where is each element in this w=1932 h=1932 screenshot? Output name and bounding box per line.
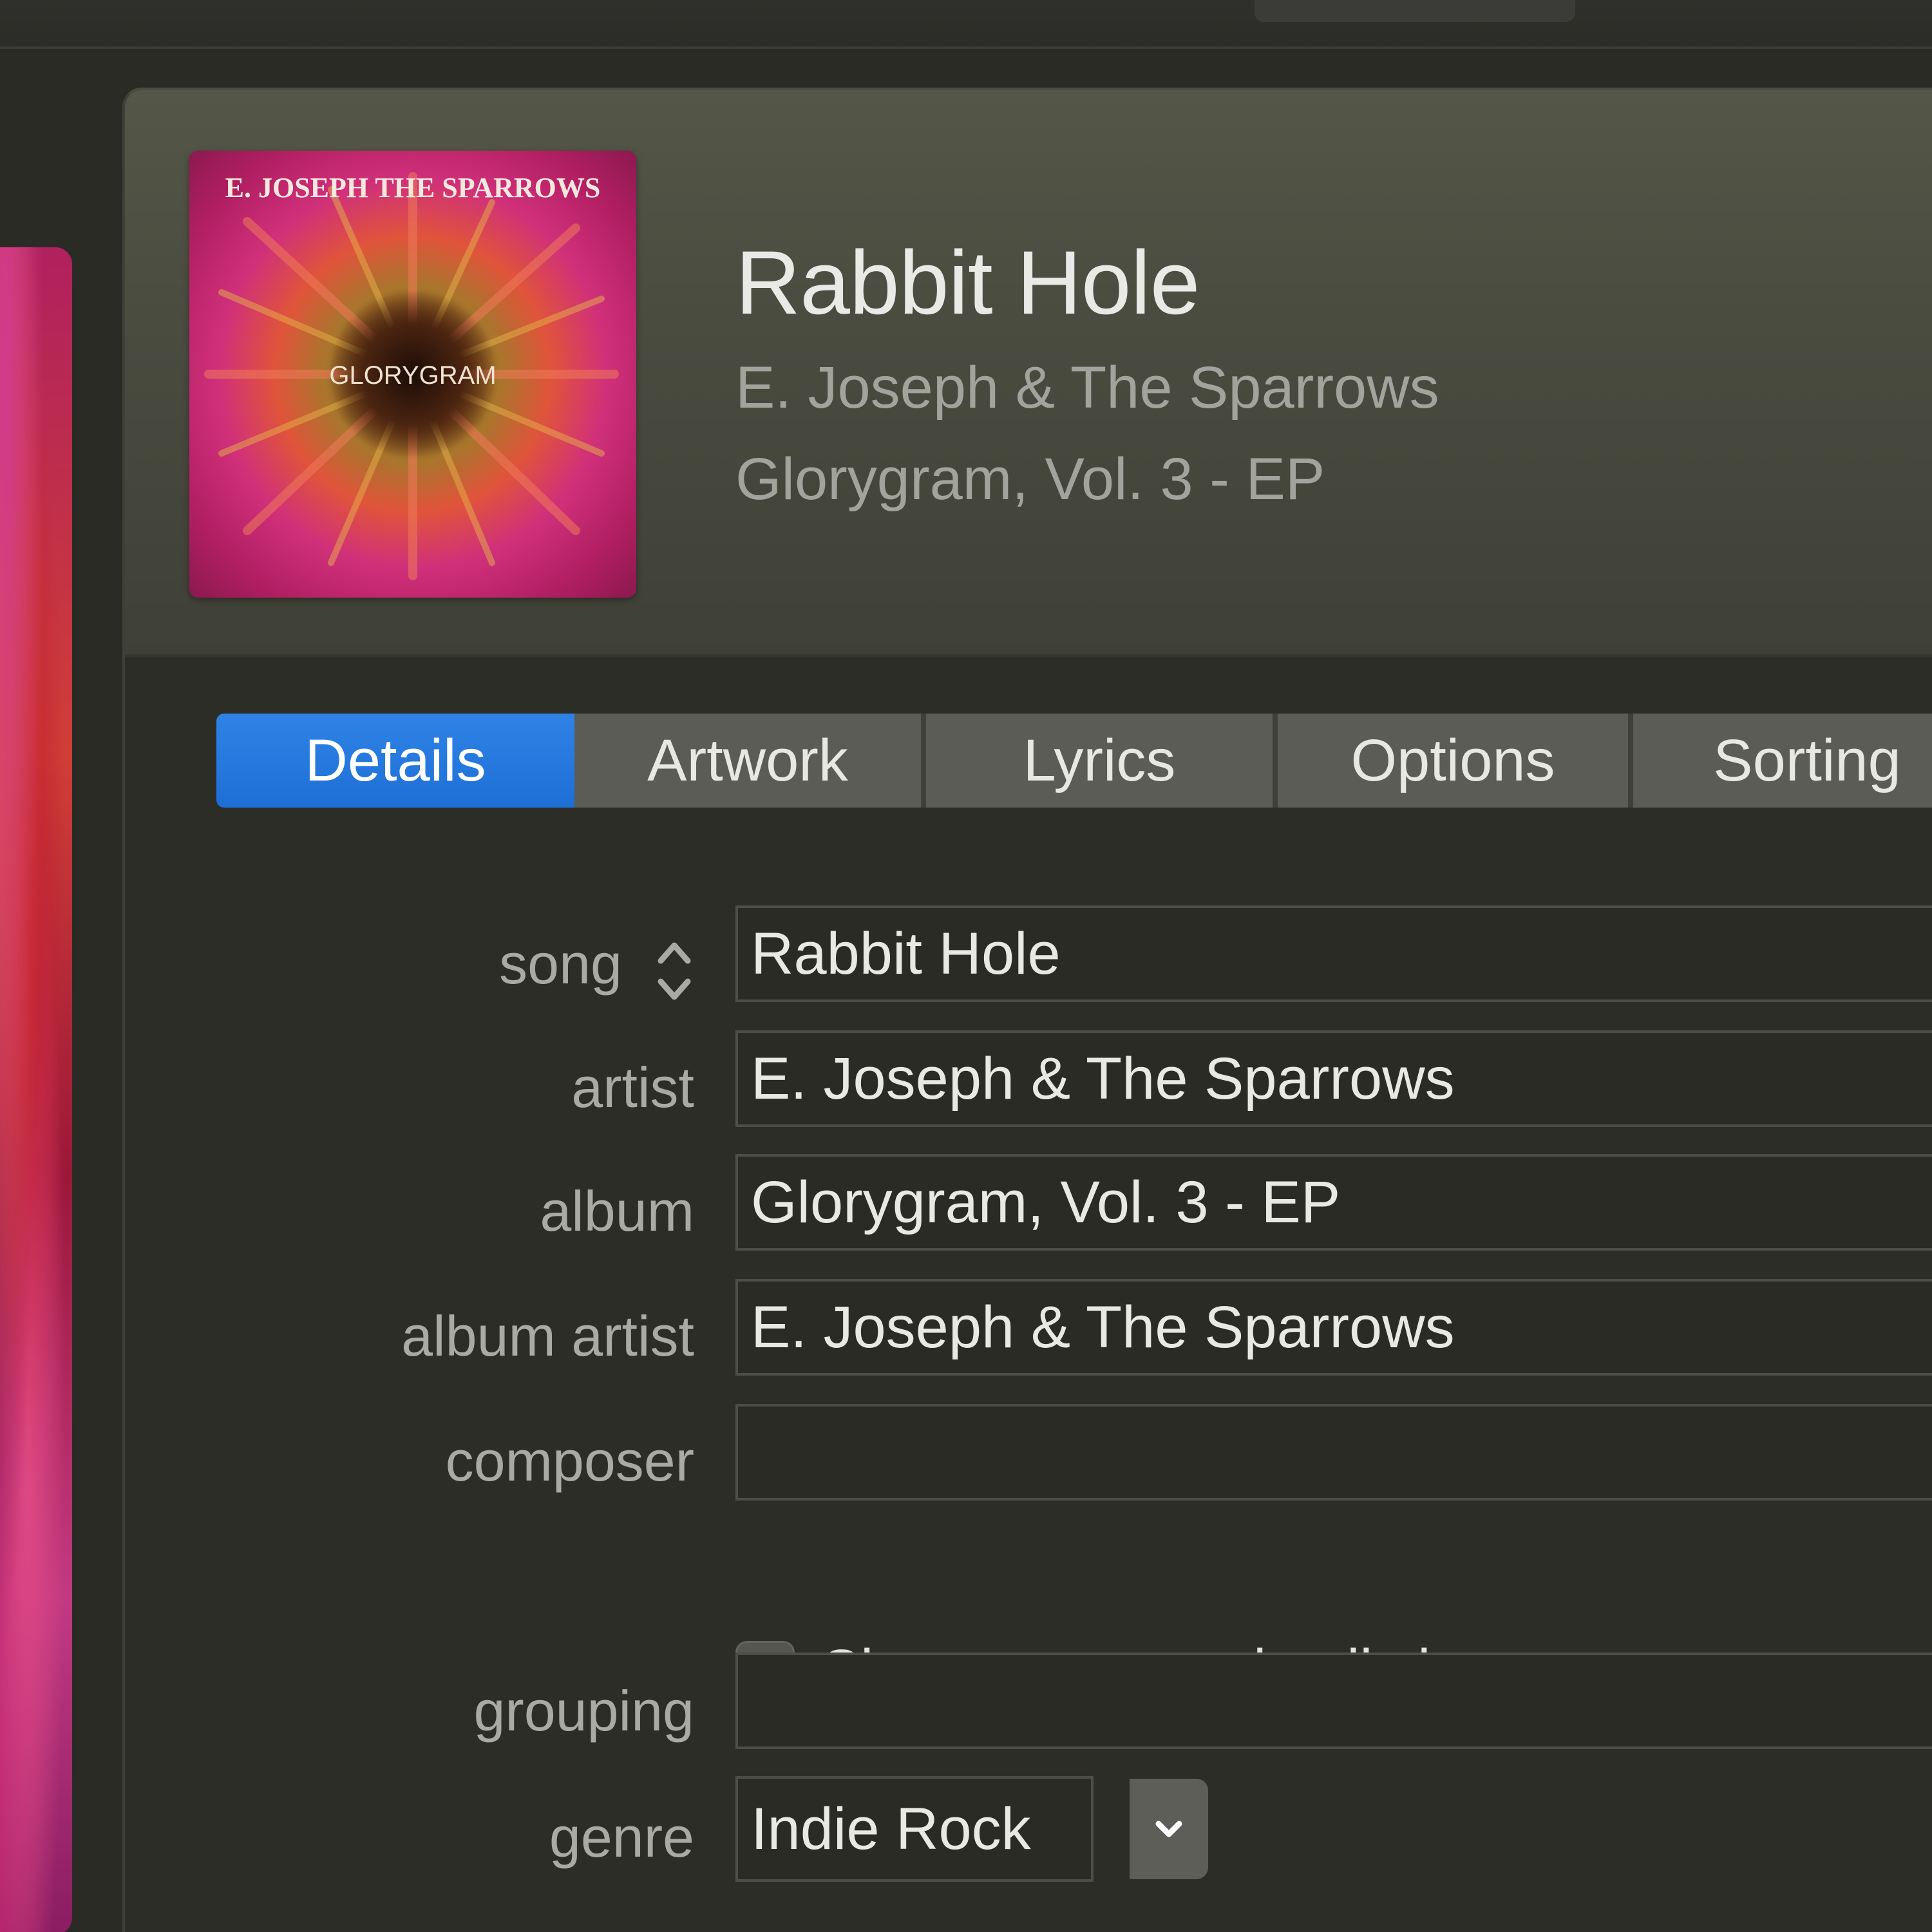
album-artist-label: album artist (401, 1304, 694, 1368)
header-song-title: Rabbit Hole (735, 232, 1200, 333)
album-artist-field[interactable]: E. Joseph & The Sparrows (735, 1279, 1932, 1376)
album-band-text: E. JOSEPH THE SPARROWS (225, 172, 601, 204)
song-info-panel: E. JOSEPH THE SPARROWS GLORYGRAM Rabbit … (122, 88, 1932, 1932)
genre-dropdown-button[interactable] (1130, 1779, 1208, 1879)
stage: E. JOSEPH THE SPARROWS GLORYGRAM Rabbit … (0, 0, 1932, 1932)
tab-artwork[interactable]: Artwork (574, 714, 926, 808)
toolbar-control[interactable] (1255, 0, 1575, 22)
song-label: song (499, 932, 622, 996)
album-artwork: E. JOSEPH THE SPARROWS GLORYGRAM (189, 151, 636, 598)
tab-details[interactable]: Details (216, 714, 574, 808)
header-album: Glorygram, Vol. 3 - EP (735, 446, 1325, 512)
genre-label: genre (549, 1805, 694, 1869)
artist-field[interactable]: E. Joseph & The Sparrows (735, 1030, 1932, 1127)
up-down-stepper-icon[interactable] (653, 921, 696, 1021)
song-field[interactable]: Rabbit Hole (735, 905, 1932, 1002)
grouping-field[interactable] (735, 1653, 1932, 1749)
tab-options[interactable]: Options (1278, 714, 1633, 808)
album-label: album (540, 1179, 694, 1243)
tab-lyrics[interactable]: Lyrics (926, 714, 1278, 808)
artist-label: artist (571, 1056, 694, 1119)
grouping-label: grouping (473, 1679, 694, 1743)
toolbar (0, 0, 1932, 49)
composer-label: composer (445, 1429, 694, 1493)
info-header: E. JOSEPH THE SPARROWS GLORYGRAM Rabbit … (125, 90, 1932, 657)
composer-field[interactable] (735, 1404, 1932, 1501)
header-artist: E. Joseph & The Sparrows (735, 355, 1439, 421)
info-tabs: Details Artwork Lyrics Options Sorting (216, 714, 1932, 808)
genre-field[interactable]: Indie Rock (735, 1776, 1094, 1882)
background-album-artwork (0, 247, 72, 1932)
album-field[interactable]: Glorygram, Vol. 3 - EP (735, 1154, 1932, 1251)
tab-sorting[interactable]: Sorting (1633, 714, 1932, 808)
album-title-text: GLORYGRAM (329, 361, 496, 390)
chevron-down-icon (1155, 1821, 1182, 1837)
album-artwork-image: E. JOSEPH THE SPARROWS GLORYGRAM (189, 151, 636, 598)
